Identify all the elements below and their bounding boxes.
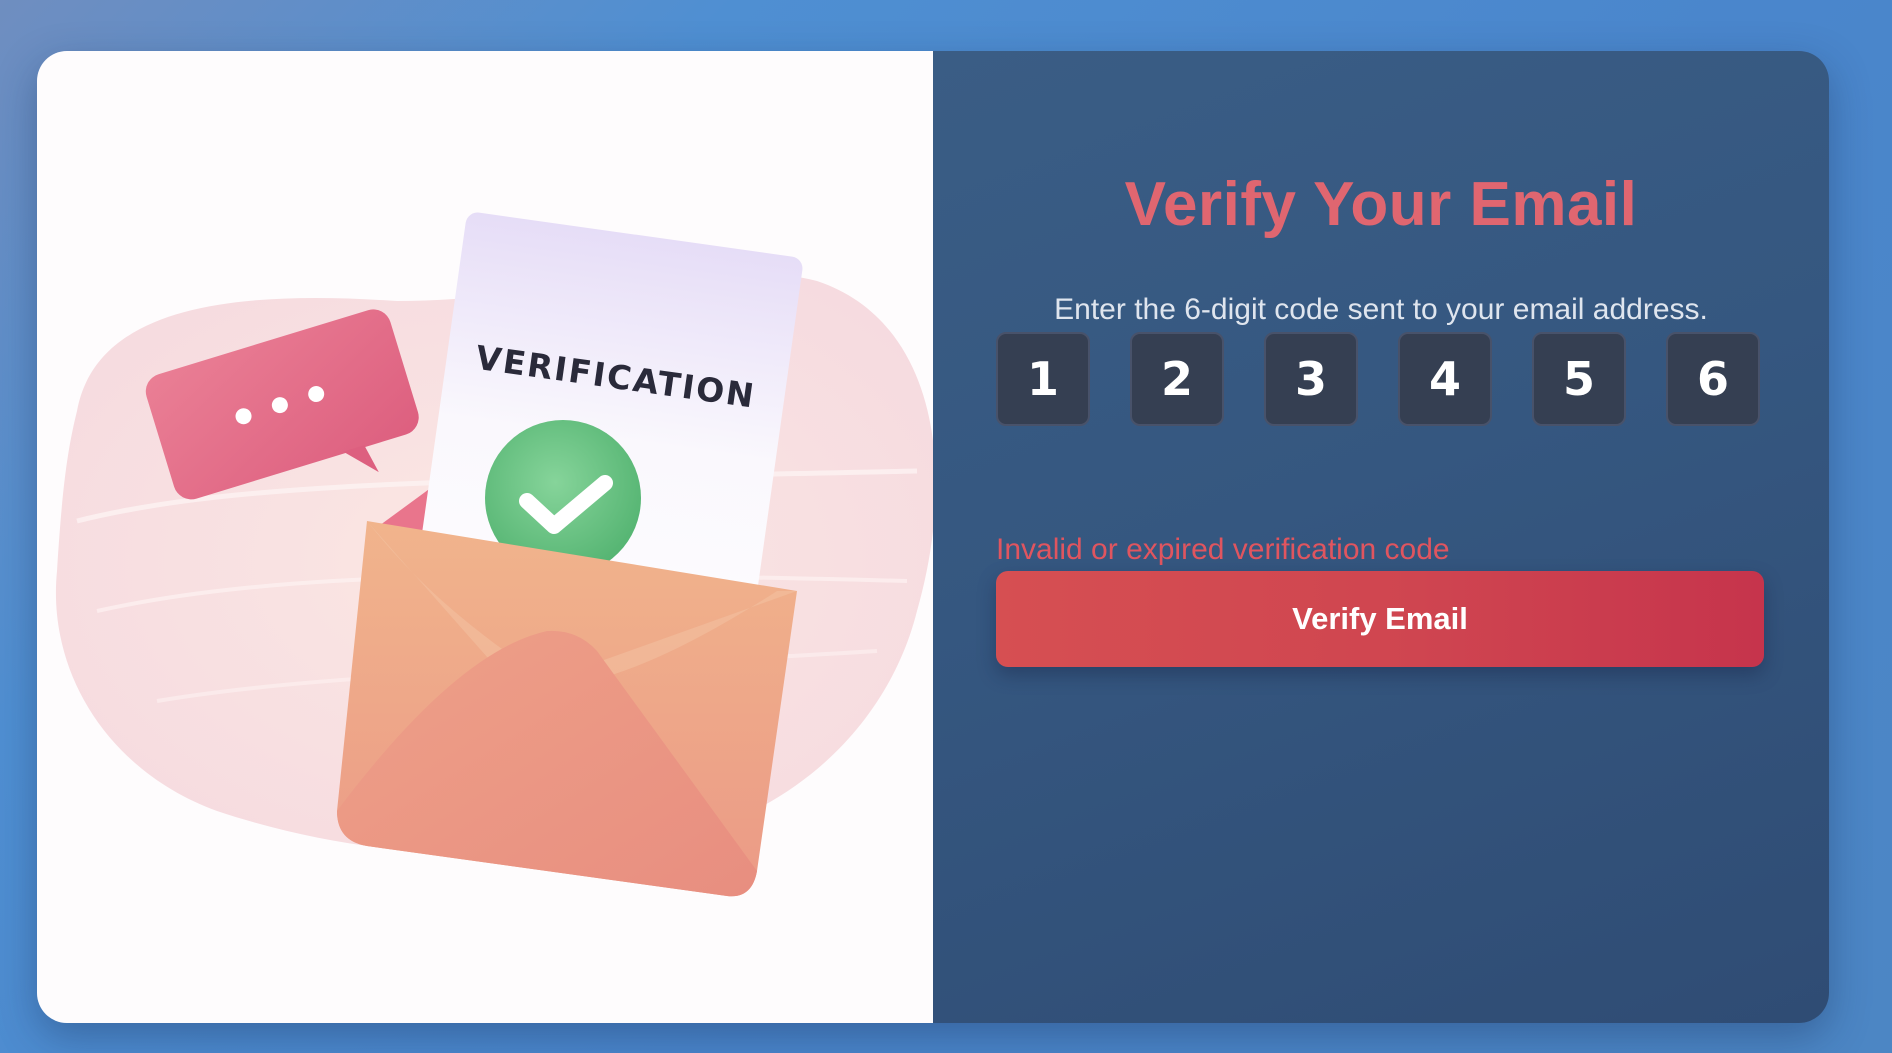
instruction-text: Enter the 6-digit code sent to your emai… [1054,293,1708,326]
code-digit-4[interactable]: 4 [1398,332,1492,426]
code-digit-1[interactable]: 1 [996,332,1090,426]
code-digit-6[interactable]: 6 [1666,332,1760,426]
verification-illustration: VERIFICATION [55,212,933,897]
page-title: Verify Your Email [1124,170,1638,239]
code-digit-5[interactable]: 5 [1532,332,1626,426]
verification-card: VERIFICATION Verify Your Email Enter the… [37,51,1829,1023]
error-message: Invalid or expired verification code [996,533,1450,566]
verification-form: Verify Your Email Enter the 6-digit code… [933,51,1829,1023]
code-digit-3[interactable]: 3 [1264,332,1358,426]
code-digit-2[interactable]: 2 [1130,332,1224,426]
code-input-group: 1 2 3 4 5 6 [996,332,1766,426]
verify-email-button[interactable]: Verify Email [996,571,1764,667]
illustration-panel: VERIFICATION [37,51,933,1023]
